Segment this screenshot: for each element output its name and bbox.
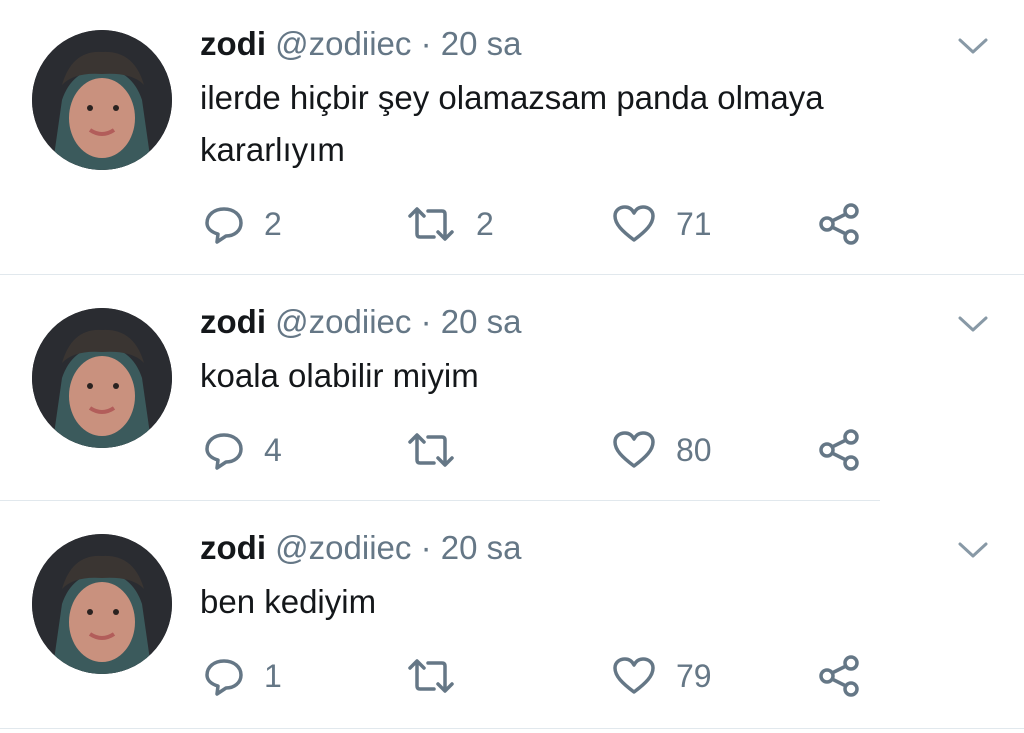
share-button[interactable] bbox=[818, 200, 862, 248]
reply-icon bbox=[205, 207, 243, 244]
chevron-down-icon[interactable] bbox=[956, 312, 990, 336]
tweet-text: koala olabilir miyim bbox=[200, 357, 479, 394]
timestamp[interactable]: 20 sa bbox=[441, 25, 522, 62]
reply-count: 2 bbox=[264, 205, 282, 242]
tweet-actions: 1 79 bbox=[0, 652, 1024, 700]
reply-button[interactable]: 4 bbox=[204, 426, 282, 474]
retweet-button[interactable] bbox=[406, 426, 476, 474]
share-icon bbox=[819, 203, 859, 245]
like-button[interactable]: 79 bbox=[612, 652, 712, 700]
share-icon bbox=[819, 429, 859, 471]
avatar[interactable] bbox=[32, 30, 172, 170]
retweet-icon bbox=[408, 433, 454, 467]
chevron-down-icon[interactable] bbox=[956, 538, 990, 562]
tweet-header: zodi @zodiiec · 20 sa bbox=[200, 302, 521, 342]
tweet-header: zodi @zodiiec · 20 sa bbox=[200, 528, 521, 568]
like-count: 79 bbox=[676, 657, 712, 694]
retweet-count: 2 bbox=[476, 205, 494, 242]
tweet-actions: 4 80 bbox=[0, 426, 1024, 474]
share-icon bbox=[819, 655, 859, 697]
tweet-text: ilerde hiçbir şey olamazsam panda olmaya… bbox=[200, 79, 824, 168]
retweet-button[interactable]: 2 bbox=[406, 200, 494, 248]
retweet-icon bbox=[408, 207, 454, 241]
reply-count: 4 bbox=[264, 431, 282, 468]
divider bbox=[0, 500, 880, 501]
display-name[interactable]: zodi bbox=[200, 25, 266, 62]
display-name[interactable]: zodi bbox=[200, 303, 266, 340]
like-button[interactable]: 80 bbox=[612, 426, 712, 474]
separator: · bbox=[420, 25, 432, 62]
username[interactable]: @zodiiec bbox=[275, 303, 411, 340]
separator: · bbox=[420, 529, 432, 566]
tweet-header: zodi @zodiiec · 20 sa bbox=[200, 24, 521, 64]
reply-button[interactable]: 1 bbox=[204, 652, 282, 700]
reply-icon bbox=[205, 659, 243, 696]
tweet-text: ben kediyim bbox=[200, 583, 377, 620]
chevron-down-icon[interactable] bbox=[956, 34, 990, 58]
share-button[interactable] bbox=[818, 652, 862, 700]
share-button[interactable] bbox=[818, 426, 862, 474]
heart-icon bbox=[613, 657, 655, 694]
reply-button[interactable]: 2 bbox=[204, 200, 282, 248]
retweet-button[interactable] bbox=[406, 652, 476, 700]
like-button[interactable]: 71 bbox=[612, 200, 712, 248]
display-name[interactable]: zodi bbox=[200, 529, 266, 566]
reply-icon bbox=[205, 433, 243, 470]
retweet-icon bbox=[408, 659, 454, 693]
heart-icon bbox=[613, 431, 655, 468]
tweet-actions: 2 2 71 bbox=[0, 200, 1024, 248]
like-count: 80 bbox=[676, 431, 712, 468]
timestamp[interactable]: 20 sa bbox=[441, 303, 522, 340]
username[interactable]: @zodiiec bbox=[275, 529, 411, 566]
divider bbox=[0, 728, 1024, 729]
like-count: 71 bbox=[676, 205, 712, 242]
reply-count: 1 bbox=[264, 657, 282, 694]
heart-icon bbox=[613, 205, 655, 242]
timestamp[interactable]: 20 sa bbox=[441, 529, 522, 566]
username[interactable]: @zodiiec bbox=[275, 25, 411, 62]
separator: · bbox=[420, 303, 432, 340]
divider bbox=[0, 274, 1024, 275]
